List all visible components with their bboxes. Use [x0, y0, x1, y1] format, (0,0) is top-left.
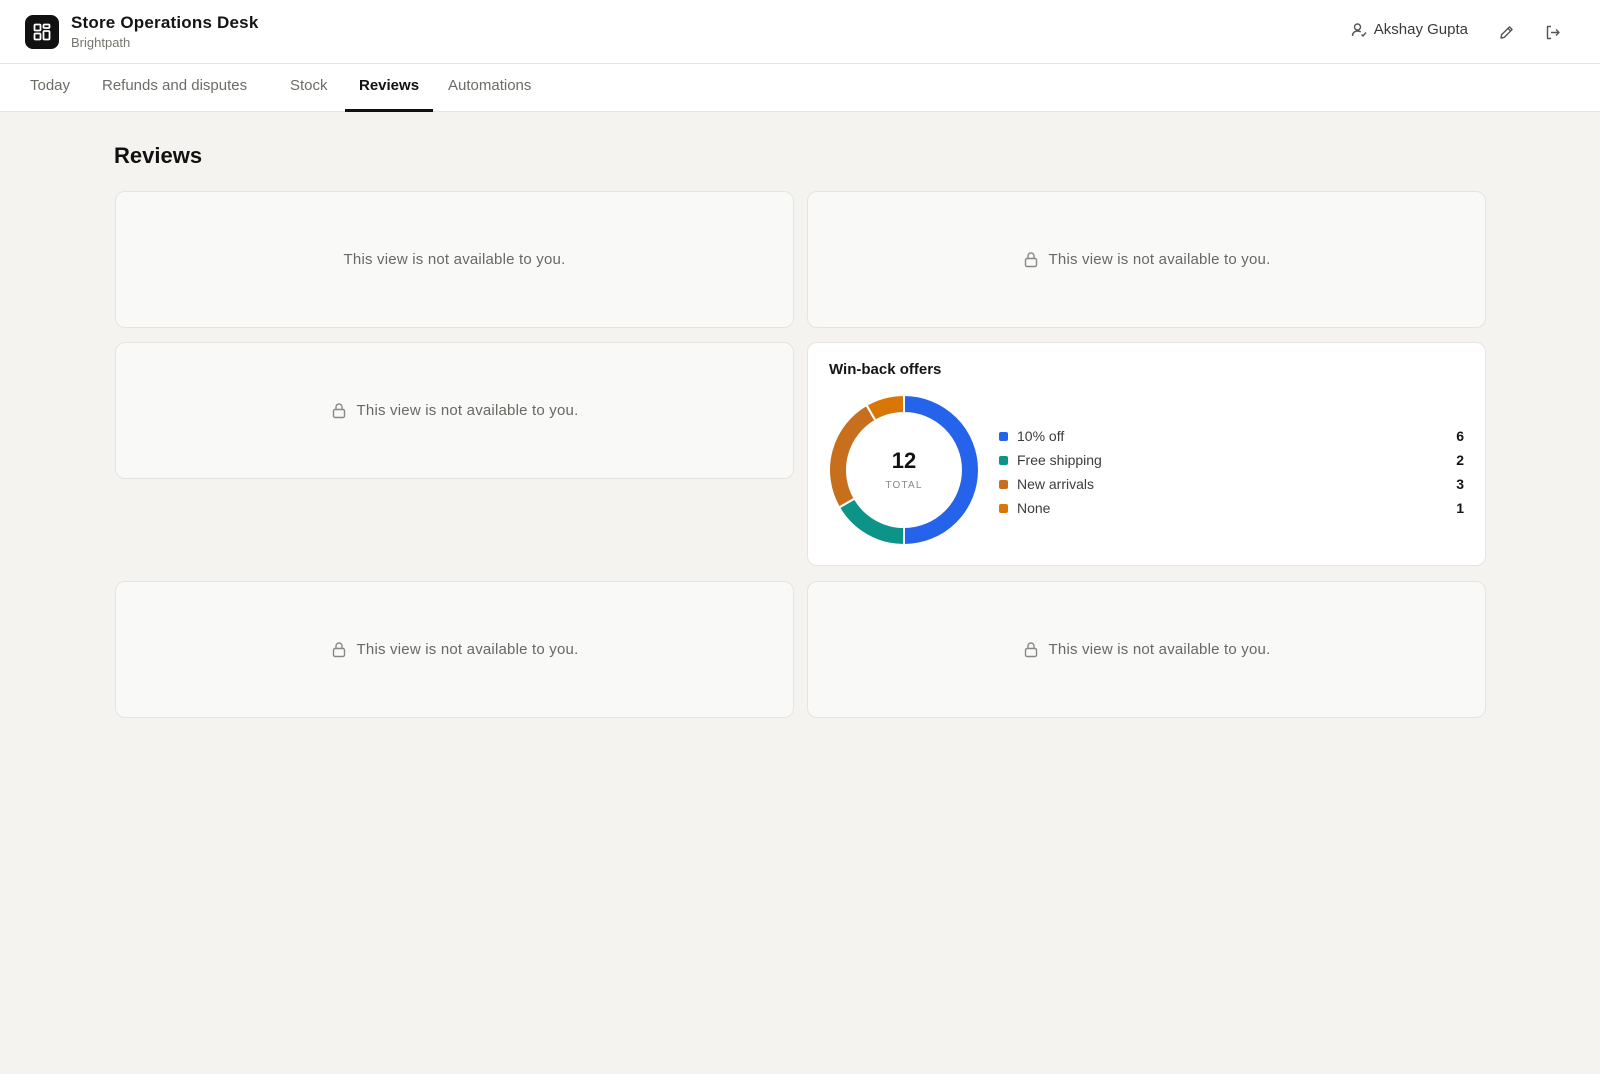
- locked-view-card: This view is not available to you.: [115, 191, 794, 328]
- tab-refunds-and-disputes[interactable]: Refunds and disputes: [102, 64, 247, 112]
- tab-today[interactable]: Today: [30, 64, 70, 112]
- legend-label: Free shipping: [1017, 452, 1102, 468]
- app-subtitle: Brightpath: [71, 35, 131, 50]
- lock-icon: [1024, 252, 1037, 268]
- lock-icon: [332, 642, 345, 658]
- legend-swatch: [999, 455, 1008, 465]
- chart-title: Win-back offers: [829, 361, 942, 378]
- chart-legend: 10% off 6 Free shipping 2 New arrivals 3 None 1: [999, 424, 1464, 520]
- locked-message: This view is not available to you.: [356, 641, 579, 658]
- legend-label: None: [1017, 500, 1051, 516]
- dashboard-icon: [33, 23, 51, 41]
- legend-value: 2: [1456, 452, 1464, 468]
- locked-view-card: This view is not available to you.: [807, 191, 1486, 328]
- legend-label: 10% off: [1017, 428, 1065, 444]
- tab-bar: Today Refunds and disputes Stock Reviews…: [0, 64, 1600, 112]
- tab-reviews[interactable]: Reviews: [345, 64, 434, 112]
- edit-button[interactable]: [1494, 20, 1518, 44]
- logout-button[interactable]: [1540, 20, 1564, 44]
- locked-view-card: This view is not available to you.: [115, 581, 794, 718]
- app-title: Store Operations Desk: [71, 13, 259, 32]
- top-bar: Store Operations Desk Brightpath Akshay …: [0, 0, 1600, 64]
- tab-stock[interactable]: Stock: [290, 64, 328, 112]
- legend-value: 3: [1456, 476, 1464, 492]
- locked-view-card: This view is not available to you.: [115, 342, 794, 479]
- legend-item: Free shipping 2: [999, 448, 1464, 472]
- donut-total-label: TOTAL: [885, 480, 923, 491]
- locked-message: This view is not available to you.: [343, 251, 566, 268]
- user-icon: [1351, 22, 1367, 37]
- legend-item: 10% off 6: [999, 424, 1464, 448]
- lock-icon: [1024, 642, 1037, 658]
- win-back-offers-card: Win-back offers 12 TOTAL 10% off 6 Free sh…: [807, 342, 1486, 566]
- donut-total: 12: [891, 448, 917, 473]
- legend-swatch: [999, 503, 1008, 513]
- locked-message: This view is not available to you.: [1048, 251, 1271, 268]
- logout-icon: [1546, 25, 1560, 39]
- legend-item: None 1: [999, 496, 1464, 520]
- user-menu[interactable]: Akshay Gupta: [1351, 21, 1468, 38]
- page-title: Reviews: [114, 143, 203, 168]
- legend-swatch: [999, 479, 1008, 489]
- legend-swatch: [999, 431, 1008, 441]
- app-logo[interactable]: [25, 15, 59, 49]
- legend-label: New arrivals: [1017, 476, 1095, 492]
- legend-value: 1: [1456, 500, 1464, 516]
- tab-automations[interactable]: Automations: [448, 64, 531, 112]
- legend-item: New arrivals 3: [999, 472, 1464, 496]
- locked-view-card: This view is not available to you.: [807, 581, 1486, 718]
- donut-slice-free-shipping: [837, 497, 905, 546]
- locked-message: This view is not available to you.: [1048, 641, 1271, 658]
- user-name: Akshay Gupta: [1373, 21, 1468, 38]
- lock-icon: [332, 403, 345, 419]
- pencil-icon: [1499, 25, 1513, 39]
- legend-value: 6: [1456, 428, 1464, 444]
- locked-message: This view is not available to you.: [356, 402, 579, 419]
